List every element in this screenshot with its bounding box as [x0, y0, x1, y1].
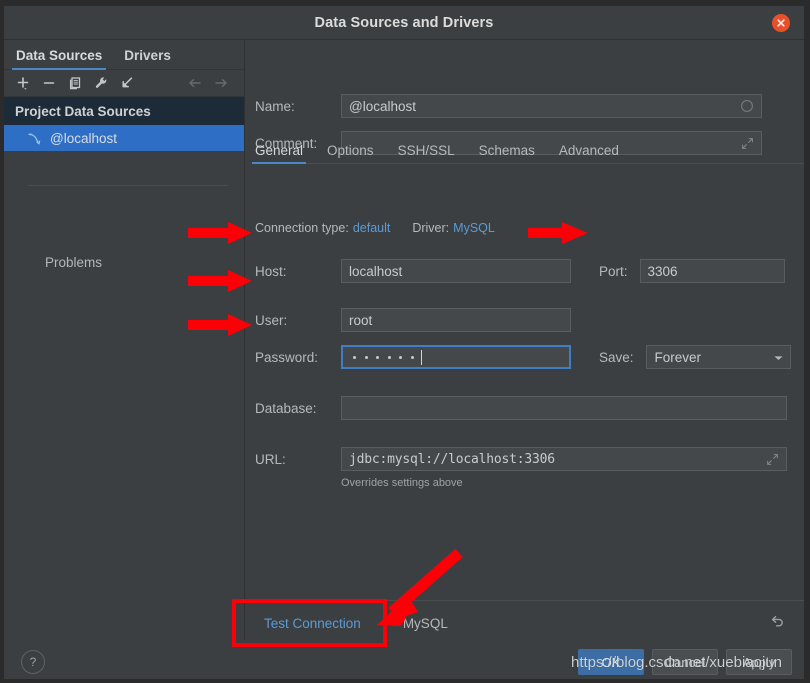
port-input-value: 3306 — [647, 263, 678, 279]
connection-type-label: Connection type: — [255, 221, 349, 235]
footer-buttons: OK Cancel Apply — [578, 649, 792, 675]
close-icon[interactable] — [772, 14, 790, 32]
help-icon[interactable]: ? — [21, 650, 45, 674]
tab-advanced[interactable]: Advanced — [559, 143, 619, 163]
expand-icon[interactable] — [766, 453, 779, 466]
connection-type-value[interactable]: default — [353, 221, 391, 235]
group-header-label: Project Data Sources — [15, 103, 151, 119]
back-arrow-icon[interactable] — [182, 71, 208, 95]
driver-value[interactable]: MySQL — [453, 221, 495, 235]
cancel-button[interactable]: Cancel — [652, 649, 718, 675]
circle-icon[interactable] — [740, 99, 754, 113]
connection-type-row: Connection type: default Driver: MySQL — [255, 221, 495, 235]
name-label: Name: — [255, 98, 295, 114]
password-row: Password: Save: Forever — [255, 345, 791, 369]
driver-name-label: MySQL — [402, 616, 448, 631]
port-input[interactable]: 3306 — [639, 259, 785, 283]
password-masked-value — [350, 355, 414, 359]
host-input-value: localhost — [349, 263, 403, 279]
forward-arrow-icon[interactable] — [208, 71, 234, 95]
user-input-value: root — [349, 312, 373, 328]
user-label: User: — [255, 312, 288, 328]
name-row: Name: @localhost — [255, 94, 762, 118]
save-select-value: Forever — [654, 349, 702, 365]
settings-tabs: General Options SSH/SSL Schemas Advanced — [251, 137, 804, 164]
name-input-value: @localhost — [349, 98, 416, 114]
panel-toolbar — [4, 70, 244, 97]
apply-button[interactable]: Apply — [726, 649, 792, 675]
host-label: Host: — [255, 263, 287, 279]
password-input[interactable] — [341, 345, 571, 369]
sidebar-item-localhost[interactable]: @localhost — [4, 125, 244, 151]
sidebar-item-problems[interactable]: Problems — [4, 250, 244, 274]
save-label: Save: — [599, 349, 634, 365]
tab-data-sources[interactable]: Data Sources — [11, 48, 107, 70]
ok-button[interactable]: OK — [578, 649, 644, 675]
problems-label: Problems — [45, 254, 103, 270]
sidebar-divider — [28, 185, 228, 186]
text-caret — [420, 349, 422, 365]
add-icon[interactable] — [10, 71, 36, 95]
tab-general[interactable]: General — [251, 143, 307, 164]
settings-panel: Name: @localhost Comment: General Option… — [245, 40, 804, 600]
name-input[interactable]: @localhost — [341, 94, 762, 118]
test-connection-button[interactable]: Test Connection — [264, 616, 361, 631]
revert-arrow-icon[interactable] — [769, 613, 786, 635]
dialog-footer: ? OK Cancel Apply — [4, 645, 804, 679]
mysql-dolphin-icon — [26, 130, 42, 146]
tab-ssh-ssl[interactable]: SSH/SSL — [398, 143, 455, 163]
properties-wrench-icon[interactable] — [88, 71, 114, 95]
port-label: Port: — [599, 263, 628, 279]
tab-schemas[interactable]: Schemas — [479, 143, 535, 163]
database-label: Database: — [255, 400, 317, 416]
user-input[interactable]: root — [341, 308, 571, 332]
window-title: Data Sources and Drivers — [314, 14, 494, 31]
host-input[interactable]: localhost — [341, 259, 571, 283]
copy-icon[interactable] — [62, 71, 88, 95]
url-row: URL: jdbc:mysql://localhost:3306 — [255, 447, 787, 471]
database-input[interactable] — [341, 396, 787, 420]
sidebar-item-label: @localhost — [50, 130, 117, 146]
dialog-window: Data Sources and Drivers Data Sources Dr… — [0, 0, 810, 683]
title-bar: Data Sources and Drivers — [4, 6, 804, 40]
host-row: Host: localhost Port: 3306 — [255, 259, 785, 283]
driver-label: Driver: — [412, 221, 450, 235]
database-row: Database: — [255, 396, 787, 420]
tab-options[interactable]: Options — [327, 143, 374, 163]
desktop-edge-bottom — [0, 679, 810, 683]
data-sources-panel: Data Sources Drivers Project Data Source… — [4, 40, 245, 640]
tab-drivers[interactable]: Drivers — [124, 48, 171, 69]
url-hint: Overrides settings above — [341, 477, 463, 489]
import-icon[interactable] — [114, 71, 140, 95]
password-label: Password: — [255, 349, 319, 365]
chevron-down-icon — [773, 350, 784, 365]
user-row: User: root — [255, 308, 571, 332]
save-select[interactable]: Forever — [645, 345, 791, 369]
panel-tabs: Data Sources Drivers — [4, 40, 244, 70]
remove-icon[interactable] — [36, 71, 62, 95]
group-header-project-data-sources: Project Data Sources — [4, 97, 244, 125]
desktop-edge-right — [804, 0, 810, 683]
test-connection-bar: Test Connection MySQL — [245, 600, 804, 646]
url-label: URL: — [255, 451, 286, 467]
url-input-value: jdbc:mysql://localhost:3306 — [349, 451, 555, 467]
url-input[interactable]: jdbc:mysql://localhost:3306 — [341, 447, 787, 471]
